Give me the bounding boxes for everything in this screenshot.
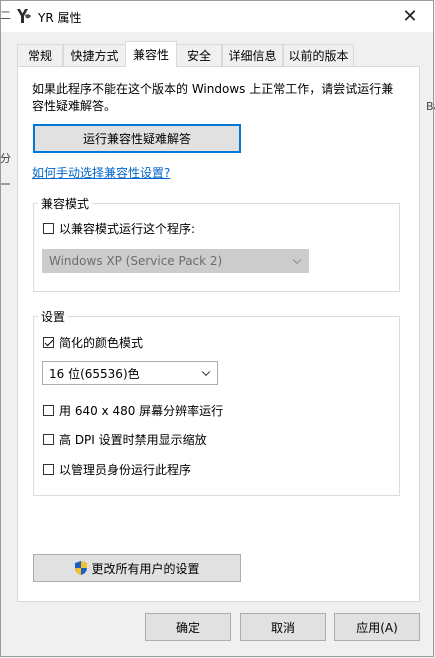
chevron-down-icon (201, 367, 211, 377)
intro-text: 如果此程序不能在这个版本的 Windows 上正常工作，请尝试运行兼容性疑难解答… (32, 82, 394, 113)
tab-label: 安全 (186, 49, 211, 63)
os-version-value: Windows XP (Service Pack 2) (49, 254, 223, 268)
tab-general[interactable]: 常规 (17, 44, 63, 66)
troubleshoot-button-label: 运行兼容性疑难解答 (82, 132, 191, 146)
app-icon (17, 9, 31, 23)
background-text-fragment: 分 (0, 152, 11, 165)
close-icon: ✕ (402, 6, 418, 27)
tab-label: 详细信息 (228, 49, 277, 63)
compat-mode-checkbox-label: 以兼容模式运行这个程序: (59, 222, 196, 236)
res-640-label: 用 640 x 480 屏幕分辨率运行 (59, 404, 224, 418)
chevron-down-icon (292, 255, 302, 265)
high-dpi-label: 高 DPI 设置时禁用显示缩放 (59, 433, 207, 447)
admin-row[interactable]: 以管理员身份运行此程序 (43, 461, 191, 478)
admin-checkbox[interactable] (43, 464, 54, 475)
compat-mode-checkbox[interactable] (43, 223, 54, 234)
manual-settings-link[interactable]: 如何手动选择兼容性设置? (32, 164, 170, 181)
high-dpi-checkbox[interactable] (43, 434, 54, 445)
res-640-row[interactable]: 用 640 x 480 屏幕分辨率运行 (43, 402, 223, 419)
settings-legend: 设置 (38, 308, 69, 325)
tab-security[interactable]: 安全 (176, 44, 222, 66)
tab-compatibility[interactable]: 兼容性 (125, 41, 177, 67)
troubleshoot-button[interactable]: 运行兼容性疑难解答 (33, 124, 241, 153)
reduced-color-checkbox[interactable] (43, 337, 54, 348)
reduced-color-label: 简化的颜色模式 (59, 336, 144, 350)
high-dpi-row[interactable]: 高 DPI 设置时禁用显示缩放 (43, 431, 207, 448)
title-bar[interactable]: YR 属性 ✕ (1, 1, 433, 32)
ok-button[interactable]: 确定 (145, 613, 231, 641)
apply-button[interactable]: 应用(A) (334, 613, 420, 641)
tab-label: 快捷方式 (70, 49, 119, 63)
window-title: YR 属性 (38, 11, 82, 25)
tab-label: 以前的版本 (288, 49, 349, 63)
color-depth-select[interactable]: 16 位(65536)色 (42, 361, 218, 385)
close-button[interactable]: ✕ (387, 1, 433, 32)
background-text-fragment: 二 (0, 9, 11, 22)
properties-dialog: YR 属性 ✕ 常规 快捷方式 兼容性 安全 详细信息 以前的版本 如果此程序不… (0, 0, 434, 657)
admin-label: 以管理员身份运行此程序 (59, 463, 192, 477)
tab-label: 兼容性 (132, 48, 169, 62)
tab-shortcut[interactable]: 快捷方式 (63, 44, 126, 66)
compat-mode-legend: 兼容模式 (38, 195, 93, 212)
compat-mode-checkbox-row[interactable]: 以兼容模式运行这个程序: (43, 220, 195, 237)
reduced-color-row[interactable]: 简化的颜色模式 (43, 334, 143, 351)
background-text-fragment: ー (0, 178, 11, 191)
tab-details[interactable]: 详细信息 (222, 44, 283, 66)
color-depth-value: 16 位(65536)色 (49, 366, 140, 381)
compat-mode-group (33, 203, 400, 292)
apply-button-label: 应用(A) (356, 620, 398, 635)
ok-button-label: 确定 (175, 620, 200, 635)
uac-shield-icon (75, 561, 88, 575)
tab-previous-versions[interactable]: 以前的版本 (283, 44, 354, 66)
all-users-button-label: 更改所有用户的设置 (91, 561, 200, 576)
cancel-button-label: 取消 (270, 620, 295, 635)
os-version-select[interactable]: Windows XP (Service Pack 2) (42, 249, 309, 273)
all-users-button[interactable]: 更改所有用户的设置 (33, 554, 241, 582)
background-text-fragment: Ba (426, 100, 435, 113)
res-640-checkbox[interactable] (43, 405, 54, 416)
cancel-button[interactable]: 取消 (240, 613, 326, 641)
tab-label: 常规 (27, 49, 52, 63)
